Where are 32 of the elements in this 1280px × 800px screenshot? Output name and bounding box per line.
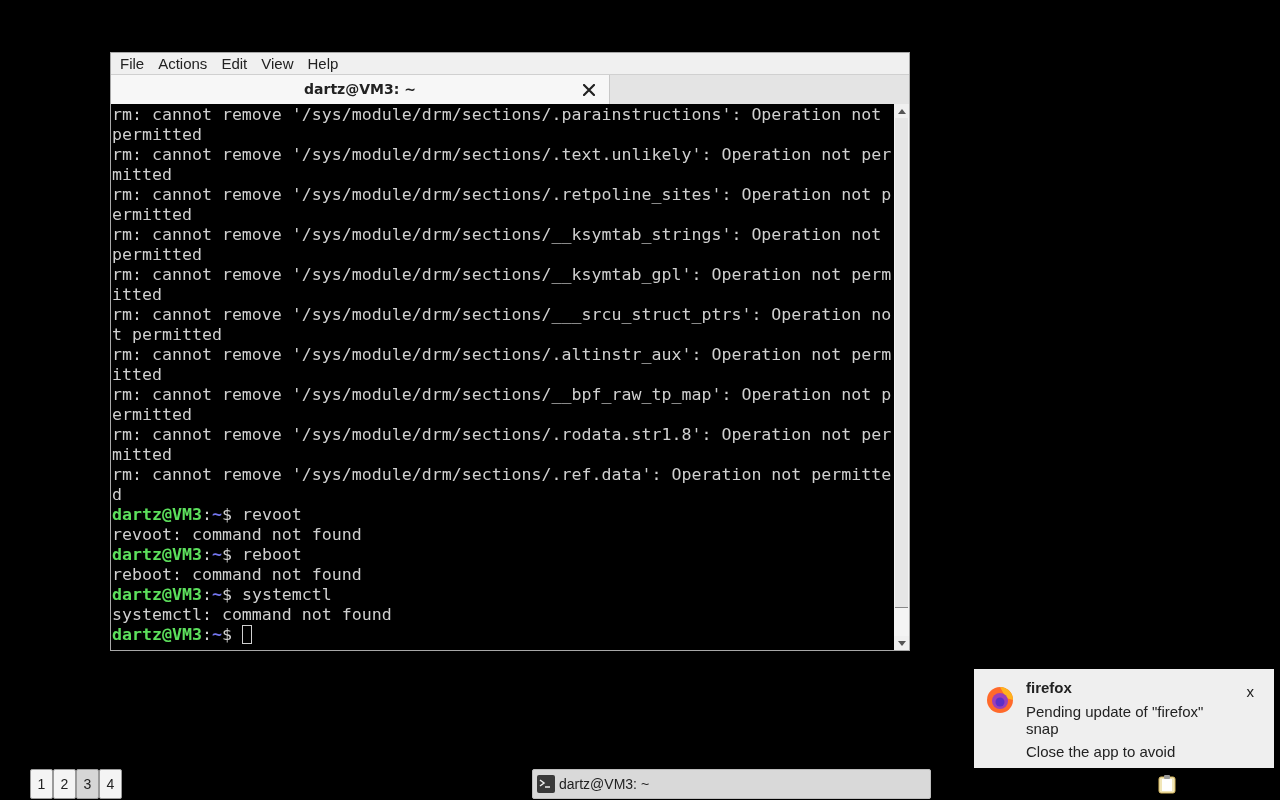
menu-item[interactable]: File [113, 53, 152, 74]
notification-detail: Close the app to avoid [1026, 743, 1177, 760]
terminal-icon [537, 775, 555, 793]
notification-body: Pending update of "firefox" snap [1026, 703, 1205, 737]
notification-title: firefox [1026, 679, 1073, 697]
up-arrow-icon [897, 108, 906, 114]
close-icon [583, 84, 595, 96]
down-arrow-icon [897, 640, 906, 646]
menu-item[interactable]: Actions [151, 53, 215, 74]
close-notification-button[interactable]: x [1246, 683, 1254, 701]
output-line: revoot: command not found [112, 525, 363, 545]
workspace-button[interactable]: 3 [76, 769, 99, 799]
scroll-thumb[interactable] [895, 118, 908, 608]
terminal-tab[interactable]: dartz@VM3: ~ [111, 75, 610, 104]
menu-item[interactable]: View [254, 53, 301, 74]
scroll-down-button[interactable] [894, 636, 909, 650]
clipboard-icon [1158, 774, 1176, 794]
prompt-line: dartz@VM3:~$ reboot [112, 545, 303, 565]
app-logo-icon [986, 686, 1014, 714]
workspace-button[interactable]: 2 [53, 769, 76, 799]
menu-item[interactable]: Edit [214, 53, 255, 74]
taskbar-window-button[interactable]: dartz@VM3: ~ [532, 769, 931, 799]
output-line: systemctl: command not found [112, 605, 393, 625]
scroll-up-button[interactable] [894, 104, 909, 118]
output-line: reboot: command not found [112, 565, 363, 585]
menu-item[interactable]: Help [300, 53, 346, 74]
workspace-button[interactable]: 1 [30, 769, 53, 799]
prompt-line: dartz@VM3:~$ [112, 625, 894, 645]
prompt-line: dartz@VM3:~$ revoot [112, 505, 303, 525]
close-tab-button[interactable] [581, 82, 597, 98]
workspace-button[interactable]: 4 [99, 769, 122, 799]
prompt-line: dartz@VM3:~$ systemctl [112, 585, 333, 605]
